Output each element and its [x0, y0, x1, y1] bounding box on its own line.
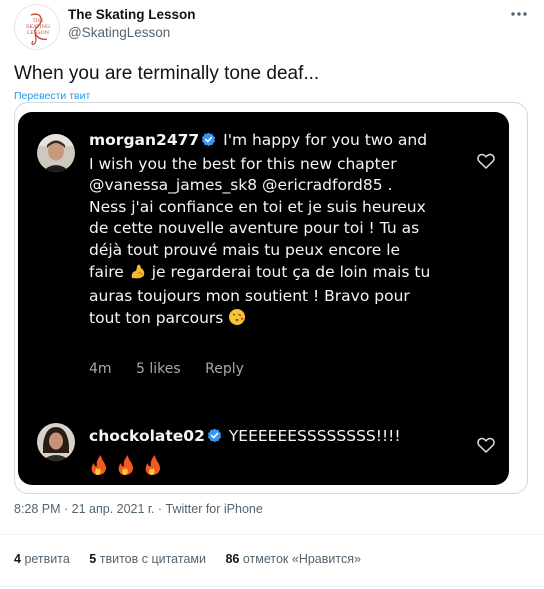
comment-age: 4m [89, 361, 112, 377]
author-handle[interactable]: @SkatingLesson [68, 25, 170, 40]
verified-badge-icon [207, 428, 222, 447]
translate-tweet-link[interactable]: Перевести твит [14, 90, 90, 102]
divider [0, 586, 544, 587]
comment-username[interactable]: chockolate02 [89, 427, 205, 445]
likes-stat[interactable]: 86 отметок «Нравится» [225, 552, 360, 566]
likes-count: 86 [225, 552, 240, 566]
quotes-label: твитов с цитатами [99, 552, 206, 566]
tweet-timestamp[interactable]: 8:28 PM · 21 апр. 2021 г. · Twitter for … [14, 502, 263, 516]
comment-text: YEEEEEESSSSSSSS!!!! [228, 427, 401, 445]
skating-lesson-logo: THE SKATING LESSON [26, 13, 50, 45]
comment-username[interactable]: morgan2477 [89, 131, 199, 149]
likes-label: отметок «Нравится» [242, 552, 361, 566]
commenter-avatar [37, 423, 75, 461]
comment-reply-button[interactable]: Reply [205, 361, 244, 377]
flexed-biceps-emoji-icon [129, 262, 147, 287]
face-blowing-kiss-emoji-icon [228, 308, 246, 333]
divider [0, 534, 544, 535]
retweets-label: ретвита [24, 552, 70, 566]
instagram-comments-screenshot: morgan2477 I'm happy for you two and I w… [18, 112, 509, 485]
tweet-stats: 4 ретвита 5 твитов с цитатами 86 отметок… [14, 552, 377, 566]
like-comment-heart-icon[interactable] [477, 153, 497, 171]
tweet-media[interactable]: morgan2477 I'm happy for you two and I w… [14, 102, 528, 494]
comment-likes-count[interactable]: 5 likes [136, 361, 181, 377]
quotes-count: 5 [89, 552, 97, 566]
comment-body: morgan2477 I'm happy for you two and I w… [89, 130, 434, 332]
fire-emoji-icon [91, 455, 106, 475]
like-comment-heart-icon[interactable] [477, 437, 497, 455]
retweets-stat[interactable]: 4 ретвита [14, 552, 70, 566]
quotes-stat[interactable]: 5 твитов с цитатами [89, 552, 206, 566]
fire-emoji-icon [118, 455, 133, 475]
comment-meta: 4m 5 likes Reply [89, 361, 264, 377]
tweet-header: THE SKATING LESSON The Skating Lesson @S… [0, 0, 544, 50]
tweet-text: When you are terminally tone deaf... [14, 63, 320, 84]
fire-emoji-icon [145, 455, 160, 475]
more-options-icon[interactable] [508, 6, 530, 22]
comment-text-part1: I'm happy for you two and I wish you the… [89, 131, 428, 281]
retweets-count: 4 [14, 552, 21, 566]
commenter-avatar [37, 134, 75, 172]
author-avatar[interactable]: THE SKATING LESSON [14, 4, 60, 50]
author-name[interactable]: The Skating Lesson [68, 7, 196, 22]
comment-line: chockolate02 YEEEEEESSSSSSSS!!!! [89, 427, 401, 447]
verified-badge-icon [201, 132, 216, 154]
fire-emojis [89, 454, 169, 481]
svg-text:LESSON: LESSON [27, 30, 50, 36]
